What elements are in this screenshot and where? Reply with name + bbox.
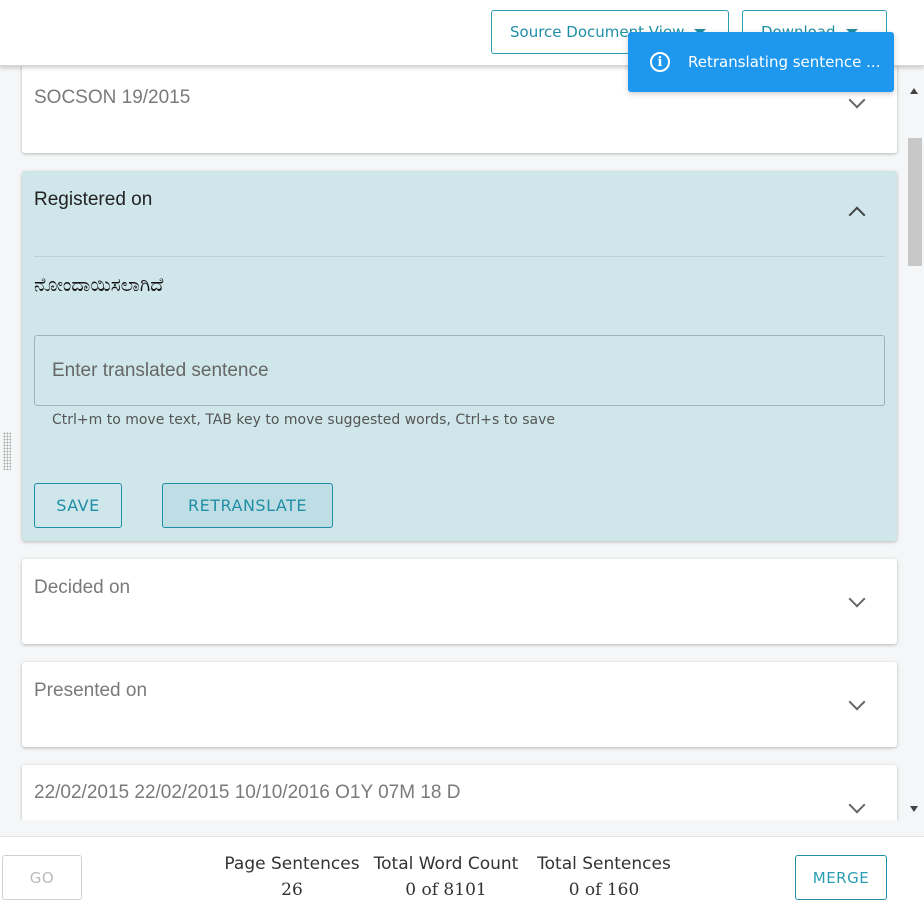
- total-word-count-label: Total Word Count: [373, 854, 519, 874]
- total-word-count-value: 0 of 8101: [405, 880, 487, 900]
- sentence-list: SOCSON 19/2015 Registered on ನೋಂದಾಯಿಸಲಾಗ…: [0, 66, 924, 820]
- helper-text: Ctrl+m to move text, TAB key to move sug…: [52, 412, 555, 428]
- divider: [34, 256, 885, 257]
- total-sentences-label: Total Sentences: [537, 854, 671, 874]
- scroll-down-arrow-icon[interactable]: [910, 806, 918, 812]
- sentence-text: Registered on: [34, 189, 153, 210]
- sentence-text: 22/02/2015 22/02/2015 10/10/2016 O1Y 07M…: [34, 782, 461, 803]
- toast-message: Retranslating sentence ...: [688, 53, 881, 71]
- save-button[interactable]: SAVE: [34, 483, 122, 528]
- total-word-count-stat: Total Word Count 0 of 8101: [371, 854, 521, 900]
- sentence-text: Presented on: [34, 680, 148, 701]
- sentence-card-expanded: Registered on ನೋಂದಾಯಿಸಲಾಗಿದೆ Ctrl+m to m…: [22, 171, 897, 541]
- translated-sentence-input[interactable]: [34, 335, 885, 406]
- chevron-down-icon[interactable]: [848, 693, 866, 711]
- page-sentences-stat: Page Sentences 26: [222, 854, 362, 900]
- page-sentences-label: Page Sentences: [224, 854, 360, 874]
- footer-bar: GO Page Sentences 26 Total Word Count 0 …: [0, 836, 924, 918]
- retranslate-button[interactable]: RETRANSLATE: [162, 483, 333, 528]
- chevron-down-icon[interactable]: [848, 590, 866, 608]
- sentence-text: Decided on: [34, 577, 131, 598]
- merge-button[interactable]: MERGE: [795, 855, 887, 900]
- sentence-card[interactable]: Presented on: [22, 662, 897, 747]
- chevron-down-icon[interactable]: [848, 796, 866, 814]
- total-sentences-stat: Total Sentences 0 of 160: [534, 854, 674, 900]
- go-button[interactable]: GO: [2, 855, 82, 900]
- total-sentences-value: 0 of 160: [568, 880, 640, 900]
- scroll-up-arrow-icon[interactable]: [910, 88, 918, 94]
- info-toast: i Retranslating sentence ...: [628, 32, 894, 92]
- info-icon: i: [650, 52, 670, 72]
- machine-translation-text: ನೋಂದಾಯಿಸಲಾಗಿದೆ: [34, 274, 164, 296]
- chevron-up-icon[interactable]: [848, 206, 866, 224]
- page-sentences-value: 26: [281, 880, 303, 900]
- sentence-text: SOCSON 19/2015: [34, 87, 191, 108]
- sentence-card[interactable]: Decided on: [22, 559, 897, 644]
- scrollbar-thumb[interactable]: [908, 138, 922, 266]
- chevron-down-icon[interactable]: [848, 91, 866, 109]
- sentence-card[interactable]: 22/02/2015 22/02/2015 10/10/2016 O1Y 07M…: [22, 765, 897, 820]
- resize-handle-icon[interactable]: [3, 432, 11, 470]
